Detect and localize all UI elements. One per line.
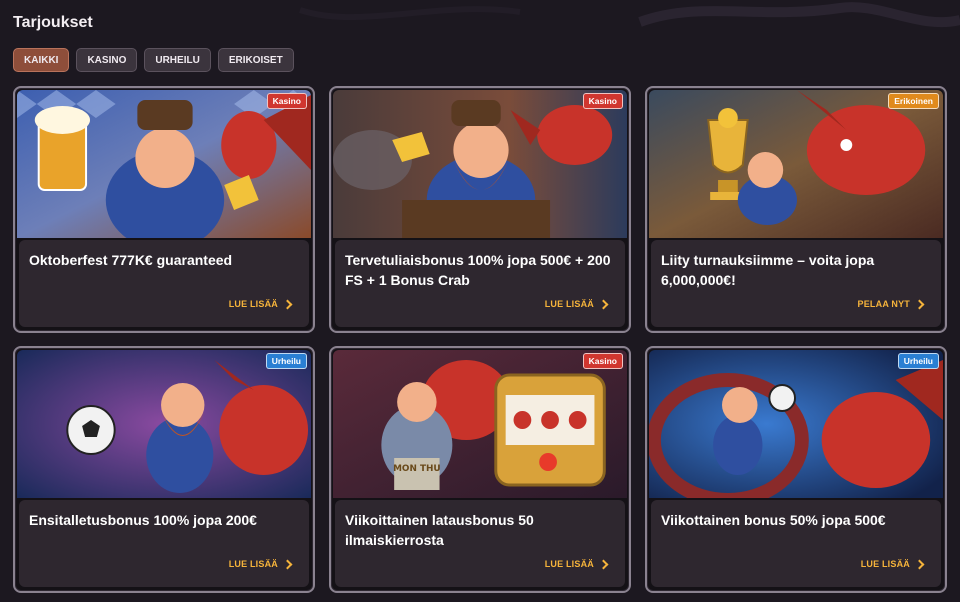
offer-card[interactable]: MON THU Kasino Viikoittainen latausbonus…	[329, 346, 631, 593]
read-more-link[interactable]: LUE LISÄÄ	[228, 559, 293, 569]
offer-info: Viikottainen bonus 50% jopa 500€ LUE LIS…	[651, 500, 941, 587]
offers-grid: Kasino Oktoberfest 777K€ guaranteed LUE …	[13, 86, 947, 593]
play-now-label: PELAA NYT	[857, 299, 910, 309]
category-badge: Urheilu	[897, 353, 939, 369]
offer-card[interactable]: Urheilu Viikottainen bonus 50% jopa 500€…	[645, 346, 947, 593]
offer-title: Viikottainen bonus 50% jopa 500€	[661, 512, 886, 528]
tab-kasino[interactable]: KASINO	[76, 48, 138, 72]
read-more-label: LUE LISÄÄ	[544, 559, 594, 569]
chevron-right-icon	[598, 299, 609, 309]
chevron-right-icon	[914, 559, 925, 569]
tab-urheilu[interactable]: URHEILU	[144, 48, 211, 72]
read-more-link[interactable]: LUE LISÄÄ	[544, 299, 609, 309]
read-more-label: LUE LISÄÄ	[860, 559, 910, 569]
category-badge: Kasino	[582, 93, 623, 109]
page-title: Tarjoukset	[13, 14, 93, 31]
offer-info: Ensitalletusbonus 100% jopa 200€ LUE LIS…	[19, 500, 309, 587]
read-more-label: LUE LISÄÄ	[544, 299, 594, 309]
offer-card[interactable]: Erikoinen Liity turnauksiimme – voita jo…	[645, 86, 947, 333]
filter-tabs: KAIKKI KASINO URHEILU ERIKOISET	[13, 48, 294, 72]
offer-image-mine	[333, 90, 627, 238]
offer-card[interactable]: Urheilu Ensitalletusbonus 100% jopa 200€…	[13, 346, 315, 593]
offer-image-slot: MON THU	[333, 350, 627, 498]
chevron-right-icon	[914, 299, 925, 309]
offer-title: Oktoberfest 777K€ guaranteed	[29, 252, 233, 268]
offer-info: Tervetuliaisbonus 100% jopa 500€ + 200 F…	[335, 240, 625, 327]
read-more-label: LUE LISÄÄ	[228, 559, 278, 569]
play-now-link[interactable]: PELAA NYT	[857, 299, 925, 309]
offer-title: Liity turnauksiimme – voita jopa 6,000,0…	[661, 252, 875, 288]
tab-kaikki[interactable]: KAIKKI	[13, 48, 70, 72]
offer-info: Liity turnauksiimme – voita jopa 6,000,0…	[651, 240, 941, 327]
category-badge: Urheilu	[265, 353, 307, 369]
offer-info: Oktoberfest 777K€ guaranteed LUE LISÄÄ	[19, 240, 309, 327]
chevron-right-icon	[598, 559, 609, 569]
offer-title: Viikoittainen latausbonus 50 ilmaiskierr…	[345, 512, 534, 548]
category-badge: Kasino	[582, 353, 623, 369]
offer-info: Viikoittainen latausbonus 50 ilmaiskierr…	[335, 500, 625, 587]
read-more-link[interactable]: LUE LISÄÄ	[228, 299, 293, 309]
chevron-right-icon	[282, 559, 293, 569]
offer-image-trophy	[649, 90, 943, 238]
category-badge: Kasino	[266, 93, 307, 109]
chevron-right-icon	[282, 299, 293, 309]
category-badge: Erikoinen	[888, 93, 939, 109]
offer-image-oktoberfest	[17, 90, 311, 238]
read-more-label: LUE LISÄÄ	[228, 299, 278, 309]
offer-card[interactable]: Kasino Tervetuliaisbonus 100% jopa 500€ …	[329, 86, 631, 333]
offer-title: Ensitalletusbonus 100% jopa 200€	[29, 512, 257, 528]
mon-thu-sign: MON THU	[393, 464, 441, 474]
offer-image-football	[17, 350, 311, 498]
tab-erikoiset[interactable]: ERIKOISET	[217, 48, 294, 72]
read-more-link[interactable]: LUE LISÄÄ	[860, 559, 925, 569]
offer-title: Tervetuliaisbonus 100% jopa 500€ + 200 F…	[345, 252, 611, 288]
offer-card[interactable]: Kasino Oktoberfest 777K€ guaranteed LUE …	[13, 86, 315, 333]
read-more-link[interactable]: LUE LISÄÄ	[544, 559, 609, 569]
offer-image-dragon-ball	[649, 350, 943, 498]
